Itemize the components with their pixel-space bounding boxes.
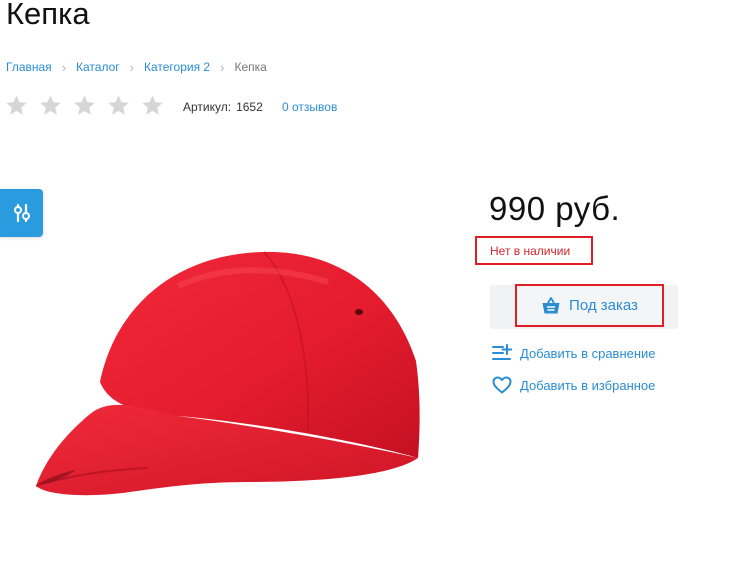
breadcrumb-item-catalog[interactable]: Каталог: [76, 60, 120, 74]
star-icon[interactable]: [5, 94, 28, 117]
star-icon[interactable]: [39, 94, 62, 117]
breadcrumb: Главная › Каталог › Категория 2 › Кепка: [6, 60, 267, 74]
star-icon[interactable]: [107, 94, 130, 117]
stock-status-badge: Нет в наличии: [475, 236, 593, 265]
sliders-icon: [13, 203, 30, 223]
product-price: 990 руб.: [489, 190, 621, 227]
page-title: Кепка: [6, 0, 90, 31]
add-to-compare-label: Добавить в сравнение: [520, 345, 656, 361]
heart-icon: [492, 376, 512, 394]
breadcrumb-item-current: Кепка: [234, 60, 267, 74]
breadcrumb-separator-icon: ›: [220, 59, 225, 75]
order-button[interactable]: Под заказ: [515, 284, 664, 327]
rating-stars[interactable]: [5, 94, 164, 117]
breadcrumb-item-home[interactable]: Главная: [6, 60, 52, 74]
article-value: 1652: [236, 100, 263, 114]
compare-icon: [492, 344, 512, 360]
article-number: Артикул: 1652: [183, 100, 263, 114]
stock-status-text: Нет в наличии: [490, 243, 571, 258]
add-to-favorites-label: Добавить в избранное: [520, 377, 656, 393]
product-image: [35, 251, 420, 496]
reviews-link[interactable]: 0 отзывов: [282, 100, 337, 114]
add-to-favorites-link[interactable]: Добавить в избранное: [492, 376, 655, 394]
breadcrumb-separator-icon: ›: [129, 59, 134, 75]
order-button-label: Под заказ: [569, 297, 638, 314]
breadcrumb-separator-icon: ›: [61, 59, 67, 75]
article-label: Артикул:: [183, 100, 232, 114]
add-to-compare-link[interactable]: Добавить в сравнение: [492, 344, 656, 362]
filter-tab-button[interactable]: [0, 189, 43, 237]
star-icon[interactable]: [73, 94, 96, 117]
star-icon[interactable]: [141, 94, 164, 117]
breadcrumb-item-category[interactable]: Категория 2: [144, 60, 210, 74]
basket-icon: [542, 296, 560, 313]
